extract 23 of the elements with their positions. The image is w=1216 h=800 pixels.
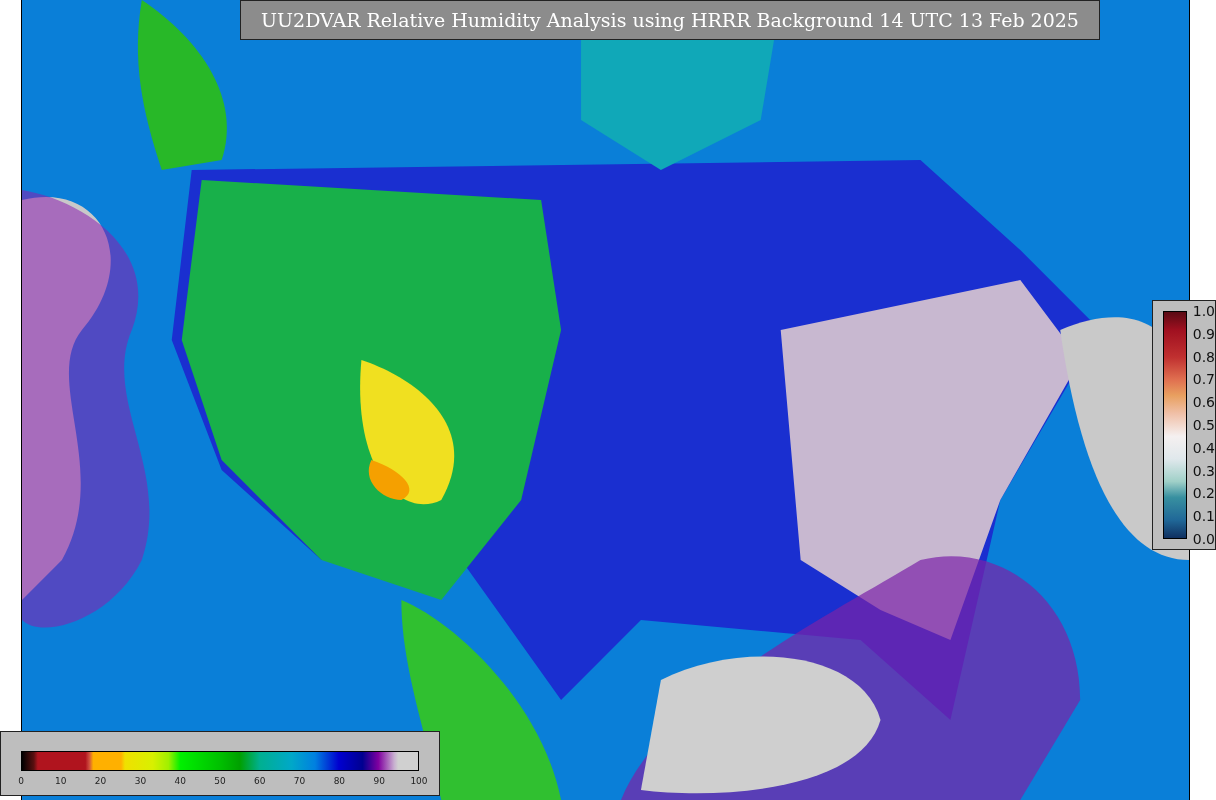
tick-label: 0.7 <box>1192 371 1215 388</box>
tick-label: 0.4 <box>1192 439 1215 456</box>
tick-label: 0.0 <box>1192 530 1215 547</box>
tick-label: 0.1 <box>1192 508 1215 525</box>
tick-label: 0.9 <box>1192 325 1215 342</box>
tick-label: 70 <box>292 776 307 786</box>
tick-label: 30 <box>133 776 148 786</box>
tick-label: 0.8 <box>1192 348 1215 365</box>
tick-label: 90 <box>372 776 386 786</box>
tick-label: 0.5 <box>1192 417 1215 433</box>
tick-label: 80 <box>332 776 347 786</box>
tick-label: 0.3 <box>1192 462 1215 479</box>
tick-label: 100 <box>409 776 429 786</box>
tick-label: 60 <box>253 776 267 786</box>
tick-label: 40 <box>173 776 187 786</box>
tick-label: 0.6 <box>1192 394 1215 411</box>
tick-label: 20 <box>93 776 108 786</box>
tick-label: 1.0 <box>1192 303 1215 319</box>
map-title: UU2DVAR Relative Humidity Analysis using HRRR Background 14 UTC 13 Feb 2025 <box>240 0 1100 40</box>
tick-label: 0 <box>17 776 25 786</box>
tick-label: 0.2 <box>1192 485 1215 502</box>
tick-label: 10 <box>54 776 68 786</box>
tick-label: 50 <box>213 776 227 786</box>
